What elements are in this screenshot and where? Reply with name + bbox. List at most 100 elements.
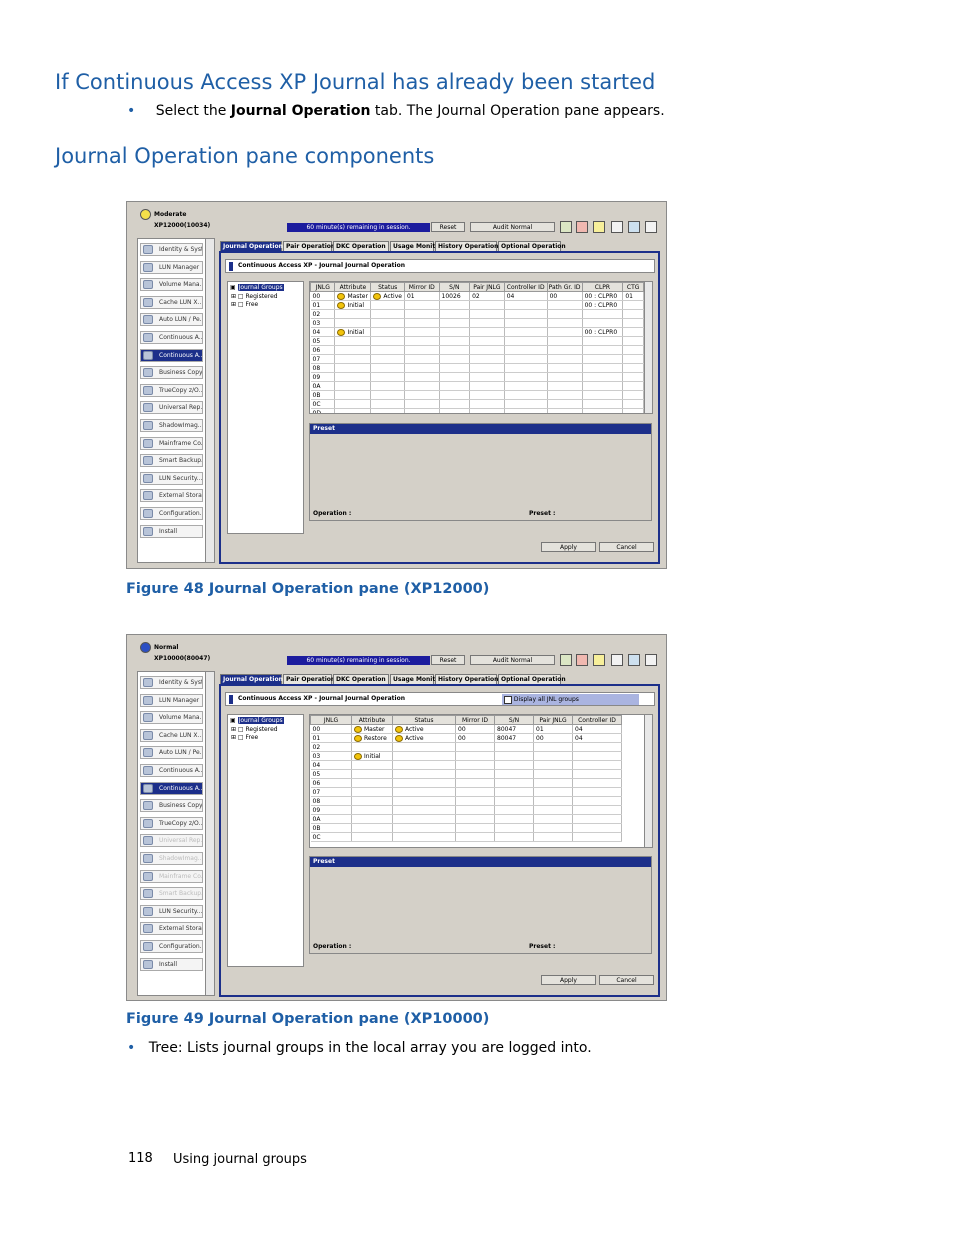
tab[interactable]: Optional Operation: [498, 241, 566, 251]
tab[interactable]: Pair Operation: [283, 241, 335, 251]
table-row[interactable]: 00 Master Active 01 10026 02 04 00 00 : CLPR0 01: [310, 291, 644, 301]
audit-button[interactable]: Audit Normal: [470, 222, 555, 232]
toolbar-lock-icon[interactable]: [576, 654, 588, 666]
reset-button[interactable]: Reset: [431, 222, 465, 232]
table-row[interactable]: 06: [310, 778, 622, 788]
sidebar-item[interactable]: TrueCopy z/O...: [140, 383, 203, 397]
sidebar-item[interactable]: Cache LUN X...: [140, 295, 203, 309]
display-all-option[interactable]: Display all JNL groups: [502, 694, 639, 705]
table-row[interactable]: 02: [310, 742, 622, 752]
sidebar-item[interactable]: Identity & Syst...: [140, 676, 203, 689]
cancel-button[interactable]: Cancel: [599, 975, 654, 985]
sidebar-item[interactable]: Continuous A...: [140, 781, 203, 795]
column-header[interactable]: CTG: [622, 282, 644, 292]
table-row[interactable]: 07: [310, 354, 644, 364]
table-scrollbar[interactable]: [644, 714, 653, 848]
table-row[interactable]: 0B: [310, 823, 622, 833]
toolbar-copy-icon[interactable]: [611, 654, 623, 666]
sidebar-item[interactable]: LUN Security...: [140, 904, 203, 918]
sidebar-item[interactable]: Configuration...: [140, 940, 203, 953]
toolbar-refresh-icon[interactable]: [628, 221, 640, 233]
tree-node[interactable]: ▣ Journal Groups: [230, 717, 284, 725]
column-header[interactable]: JNLG: [310, 715, 352, 725]
table-row[interactable]: 03: [310, 318, 644, 328]
sidebar-item[interactable]: Business Copy...: [140, 366, 203, 380]
sidebar-item[interactable]: Identity & Syst...: [140, 243, 203, 256]
sidebar-item[interactable]: External Stora...: [140, 489, 203, 503]
sidebar-item[interactable]: LUN Manager: [140, 260, 203, 274]
column-header[interactable]: Status: [370, 282, 405, 292]
table-row[interactable]: 01 Initial 00 : CLPR0: [310, 300, 644, 310]
sidebar-item[interactable]: Cache LUN X...: [140, 728, 203, 742]
table-row[interactable]: 09: [310, 372, 644, 382]
table-row[interactable]: 0C: [310, 832, 622, 842]
column-header[interactable]: CLPR: [581, 282, 624, 292]
sidebar-item[interactable]: Smart Backup...: [140, 454, 203, 468]
reset-button[interactable]: Reset: [431, 655, 465, 665]
toolbar-help-icon[interactable]: [645, 654, 657, 666]
sidebar-item[interactable]: Mainframe Co...: [140, 869, 203, 883]
table-row[interactable]: 03 Initial: [310, 751, 622, 761]
sidebar-item[interactable]: Volume Mana...: [140, 711, 203, 725]
toolbar-edit-icon[interactable]: [593, 654, 605, 666]
column-header[interactable]: Controller ID: [572, 715, 622, 725]
sidebar-item[interactable]: Install: [140, 957, 203, 971]
tab[interactable]: History Operation: [435, 241, 498, 251]
journal-tree[interactable]: ▣ Journal Groups ⊞ □ Registered ⊞ □ Free: [227, 281, 304, 534]
column-header[interactable]: Mirror ID: [403, 282, 440, 292]
table-row[interactable]: 08: [310, 796, 622, 806]
tree-node[interactable]: ⊞ □ Registered: [231, 293, 278, 301]
apply-button[interactable]: Apply: [541, 975, 596, 985]
sidebar-scrollbar[interactable]: [205, 238, 215, 563]
journal-tree[interactable]: ▣ Journal Groups ⊞ □ Registered ⊞ □ Free: [227, 714, 304, 967]
sidebar-item[interactable]: Business Copy...: [140, 799, 203, 813]
toolbar-copy-icon[interactable]: [611, 221, 623, 233]
column-header[interactable]: Pair JNLG: [469, 282, 505, 292]
toolbar-help-icon[interactable]: [645, 221, 657, 233]
tree-node[interactable]: ▣ Journal Groups: [230, 284, 284, 292]
sidebar-item[interactable]: LUN Manager: [140, 693, 203, 707]
tree-node[interactable]: ⊞ □ Free: [231, 301, 258, 309]
tab[interactable]: History Operation: [435, 674, 498, 684]
tab[interactable]: Journal Operation: [220, 674, 283, 684]
toolbar-edit-icon[interactable]: [593, 221, 605, 233]
tab[interactable]: Usage Monitor: [390, 241, 442, 251]
sidebar-item[interactable]: ShadowImag...: [140, 852, 203, 865]
toolbar-lock-icon[interactable]: [576, 221, 588, 233]
column-header[interactable]: JNLG: [310, 282, 336, 292]
audit-button[interactable]: Audit Normal: [470, 655, 555, 665]
table-row[interactable]: 07: [310, 787, 622, 797]
column-header[interactable]: Attribute: [351, 715, 393, 725]
column-header[interactable]: S/N: [494, 715, 534, 725]
column-header[interactable]: Controller ID: [503, 282, 548, 292]
tab[interactable]: Optional Operation: [498, 674, 566, 684]
table-scrollbar[interactable]: [644, 281, 653, 414]
table-row[interactable]: 0B: [310, 390, 644, 400]
sidebar-item[interactable]: Mainframe Co...: [140, 436, 203, 450]
table-row[interactable]: 0A: [310, 814, 622, 824]
sidebar-item[interactable]: Volume Mana...: [140, 278, 203, 292]
column-header[interactable]: Pair JNLG: [533, 715, 573, 725]
column-header[interactable]: Mirror ID: [455, 715, 495, 725]
tab[interactable]: DKC Operation: [333, 241, 389, 251]
sidebar-item[interactable]: Universal Rep...: [140, 401, 203, 415]
tree-node[interactable]: ⊞ □ Registered: [231, 726, 278, 734]
sidebar-item[interactable]: Auto LUN / Pe...: [140, 746, 203, 760]
column-header[interactable]: S/N: [438, 282, 471, 292]
sidebar-item[interactable]: Configuration...: [140, 507, 203, 520]
table-row[interactable]: 0C: [310, 399, 644, 409]
table-row[interactable]: 01 Restore Active 00 80047 00 04: [310, 733, 622, 743]
toolbar-check-icon[interactable]: [560, 654, 572, 666]
sidebar-item[interactable]: Smart Backup...: [140, 887, 203, 901]
sidebar-item[interactable]: ShadowImag...: [140, 419, 203, 432]
cancel-button[interactable]: Cancel: [599, 542, 654, 552]
table-row[interactable]: 05: [310, 769, 622, 779]
sidebar-item[interactable]: Universal Rep...: [140, 834, 203, 848]
tab[interactable]: DKC Operation: [333, 674, 389, 684]
table-row[interactable]: 06: [310, 345, 644, 355]
tab[interactable]: Journal Operation: [220, 241, 283, 251]
sidebar-item[interactable]: Auto LUN / Pe...: [140, 313, 203, 327]
sidebar-item[interactable]: External Stora...: [140, 922, 203, 936]
sidebar-item[interactable]: Install: [140, 524, 203, 538]
table-row[interactable]: 00 Master Active 00 80047 01 04: [310, 724, 622, 734]
